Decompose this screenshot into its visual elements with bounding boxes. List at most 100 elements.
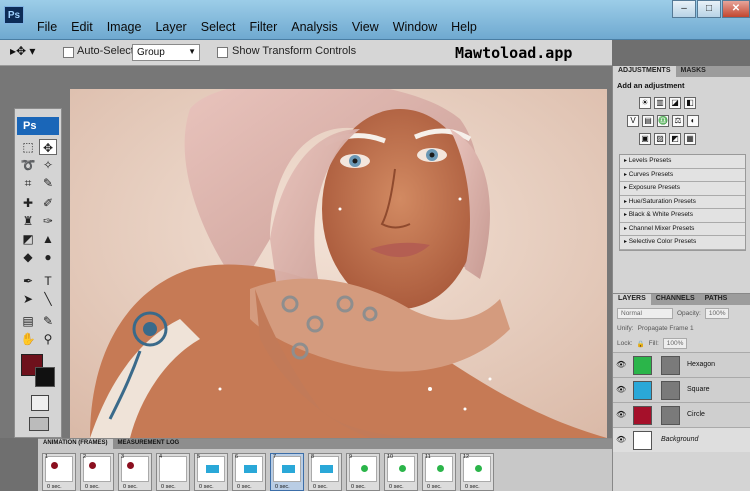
posterize-icon[interactable]: ▨ bbox=[654, 133, 666, 145]
preset-levels[interactable]: Levels Presets bbox=[620, 155, 745, 169]
animation-frame[interactable]: 11 0 sec. bbox=[422, 453, 456, 491]
eye-icon[interactable]: 👁 bbox=[616, 360, 626, 370]
menu-file[interactable]: File bbox=[30, 20, 64, 34]
frame-delay[interactable]: 0 sec. bbox=[389, 484, 404, 490]
close-button[interactable]: ✕ bbox=[722, 0, 750, 18]
lasso-tool-icon[interactable]: ➰ bbox=[19, 157, 37, 173]
animation-frame[interactable]: 12 0 sec. bbox=[460, 453, 494, 491]
history-brush-tool-icon[interactable]: ✑ bbox=[39, 213, 57, 229]
levels-icon[interactable]: ▥ bbox=[654, 97, 666, 109]
layer-row-hexagon[interactable]: 👁 Hexagon bbox=[613, 352, 750, 377]
hue-saturation-icon[interactable]: ▤ bbox=[642, 115, 654, 127]
frame-delay[interactable]: 0 sec. bbox=[47, 484, 62, 490]
tab-layers[interactable]: LAYERS bbox=[613, 294, 651, 305]
frame-delay[interactable]: 0 sec. bbox=[275, 484, 290, 490]
menu-layer[interactable]: Layer bbox=[148, 20, 193, 34]
preset-black-white[interactable]: Black & White Presets bbox=[620, 209, 745, 223]
animation-frame[interactable]: 4 0 sec. bbox=[156, 453, 190, 491]
frame-delay[interactable]: 0 sec. bbox=[123, 484, 138, 490]
menu-select[interactable]: Select bbox=[194, 20, 243, 34]
clone-stamp-tool-icon[interactable]: ♜ bbox=[19, 213, 37, 229]
preset-channel-mixer[interactable]: Channel Mixer Presets bbox=[620, 223, 745, 236]
tool-preset-picker[interactable]: ▸✥ ▾ bbox=[10, 44, 50, 62]
line-tool-icon[interactable]: ╲ bbox=[39, 291, 57, 307]
tab-measurement-log[interactable]: MEASUREMENT LOG bbox=[113, 439, 185, 449]
tab-paths[interactable]: PATHS bbox=[700, 294, 733, 305]
animation-frame[interactable]: 3 0 sec. bbox=[118, 453, 152, 491]
frame-delay[interactable]: 0 sec. bbox=[351, 484, 366, 490]
threshold-icon[interactable]: ◩ bbox=[669, 133, 681, 145]
preset-selective-color[interactable]: Selective Color Presets bbox=[620, 236, 745, 250]
preset-exposure[interactable]: Exposure Presets bbox=[620, 182, 745, 196]
frame-delay[interactable]: 0 sec. bbox=[237, 484, 252, 490]
menu-filter[interactable]: Filter bbox=[242, 20, 284, 34]
eye-icon[interactable]: 👁 bbox=[616, 385, 626, 395]
blend-mode-dropdown[interactable]: Normal bbox=[617, 308, 673, 319]
fill-input[interactable]: 100% bbox=[662, 338, 688, 349]
auto-select-dropdown[interactable]: Group ▼ bbox=[132, 44, 200, 61]
menu-window[interactable]: Window bbox=[386, 20, 444, 34]
tab-animation-frames[interactable]: ANIMATION (FRAMES) bbox=[38, 439, 113, 449]
animation-frame[interactable]: 6 0 sec. bbox=[232, 453, 266, 491]
animation-frame[interactable]: 10 0 sec. bbox=[384, 453, 418, 491]
tab-adjustments[interactable]: ADJUSTMENTS bbox=[613, 66, 676, 77]
hand-tool-icon[interactable]: ✋ bbox=[19, 331, 37, 347]
frame-delay[interactable]: 0 sec. bbox=[465, 484, 480, 490]
animation-frame[interactable]: 1 0 sec. bbox=[42, 453, 76, 491]
animation-frame[interactable]: 2 0 sec. bbox=[80, 453, 114, 491]
layer-row-background[interactable]: 👁 Background bbox=[613, 427, 750, 452]
notes-tool-icon[interactable]: ▤ bbox=[19, 313, 37, 329]
frame-delay[interactable]: 0 sec. bbox=[313, 484, 328, 490]
maximize-button[interactable]: □ bbox=[697, 0, 721, 18]
exposure-icon[interactable]: ◧ bbox=[684, 97, 696, 109]
frame-delay[interactable]: 0 sec. bbox=[161, 484, 176, 490]
tab-channels[interactable]: CHANNELS bbox=[651, 294, 700, 305]
invert-icon[interactable]: ▣ bbox=[639, 133, 651, 145]
magic-wand-tool-icon[interactable]: ✧ bbox=[39, 157, 57, 173]
paint-bucket-tool-icon[interactable]: ▲ bbox=[39, 231, 57, 247]
menu-view[interactable]: View bbox=[345, 20, 386, 34]
black-white-icon[interactable]: ⚖ bbox=[672, 115, 684, 127]
color-balance-icon[interactable]: ♎ bbox=[657, 115, 669, 127]
auto-select-checkbox[interactable] bbox=[63, 47, 74, 58]
screen-mode-icon[interactable] bbox=[29, 417, 49, 431]
marquee-tool-icon[interactable]: ⬚ bbox=[19, 139, 37, 155]
curves-icon[interactable]: ◪ bbox=[669, 97, 681, 109]
photo-filter-icon[interactable]: ◐ bbox=[687, 115, 699, 127]
dodge-tool-icon[interactable]: ● bbox=[39, 249, 57, 265]
layer-row-circle[interactable]: 👁 Circle bbox=[613, 402, 750, 427]
eye-icon[interactable]: 👁 bbox=[616, 410, 626, 420]
tab-masks[interactable]: MASKS bbox=[676, 66, 711, 77]
lock-icon[interactable]: 🔒 bbox=[637, 340, 645, 348]
menu-analysis[interactable]: Analysis bbox=[284, 20, 345, 34]
layer-row-square[interactable]: 👁 Square bbox=[613, 377, 750, 402]
menu-image[interactable]: Image bbox=[100, 20, 149, 34]
frame-delay[interactable]: 0 sec. bbox=[199, 484, 214, 490]
show-transform-checkbox[interactable] bbox=[217, 47, 228, 58]
type-tool-icon[interactable]: T bbox=[39, 273, 57, 289]
brush-tool-icon[interactable]: ✐ bbox=[39, 195, 57, 211]
menu-edit[interactable]: Edit bbox=[64, 20, 100, 34]
color-sampler-tool-icon[interactable]: ✎ bbox=[39, 313, 57, 329]
frame-delay[interactable]: 0 sec. bbox=[427, 484, 442, 490]
pen-tool-icon[interactable]: ✒ bbox=[19, 273, 37, 289]
animation-frame[interactable]: 7 0 sec. bbox=[270, 453, 304, 491]
preset-hue-saturation[interactable]: Hue/Saturation Presets bbox=[620, 196, 745, 209]
propagate-frame-label[interactable]: Propagate Frame 1 bbox=[638, 325, 694, 332]
animation-frame[interactable]: 8 0 sec. bbox=[308, 453, 342, 491]
minimize-button[interactable]: – bbox=[672, 0, 696, 18]
eye-icon[interactable]: 👁 bbox=[616, 435, 626, 445]
quick-mask-icon[interactable] bbox=[31, 395, 49, 411]
document-canvas[interactable] bbox=[70, 89, 607, 438]
eraser-tool-icon[interactable]: ◩ bbox=[19, 231, 37, 247]
preset-curves[interactable]: Curves Presets bbox=[620, 169, 745, 182]
gradient-map-icon[interactable]: ▦ bbox=[684, 133, 696, 145]
crop-tool-icon[interactable]: ⌗ bbox=[19, 175, 37, 191]
vibrance-icon[interactable]: V bbox=[627, 115, 639, 127]
healing-brush-tool-icon[interactable]: ✚ bbox=[19, 195, 37, 211]
menu-help[interactable]: Help bbox=[444, 20, 484, 34]
path-selection-tool-icon[interactable]: ➤ bbox=[19, 291, 37, 307]
animation-frame[interactable]: 5 0 sec. bbox=[194, 453, 228, 491]
opacity-input[interactable]: 100% bbox=[704, 308, 730, 319]
animation-frame[interactable]: 9 0 sec. bbox=[346, 453, 380, 491]
